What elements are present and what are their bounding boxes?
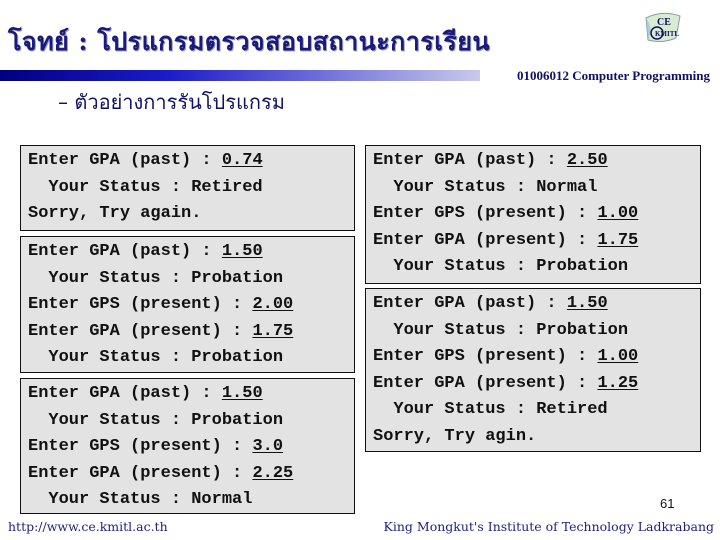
console-line: Enter GPA (present) : 1.75 (373, 228, 700, 255)
console-line: Your Status : Probation (28, 266, 354, 293)
slide-subtitle: – ตัวอย่างการรันโปรแกรม (58, 90, 285, 114)
console-output-box: Enter GPA (past) : 1.50 Your Status : Pr… (20, 378, 355, 514)
console-line: Sorry, Try again. (28, 201, 354, 228)
console-line: Your Status : Normal (28, 487, 354, 514)
console-prompt-text: Enter GPA (present) : (373, 373, 598, 393)
console-user-input: 1.00 (597, 204, 639, 223)
console-prompt-text: Enter GPA (present) : (28, 321, 253, 341)
console-output-box: Enter GPA (past) : 0.74 Your Status : Re… (20, 145, 355, 231)
console-line: Enter GPA (past) : 2.50 (373, 148, 700, 175)
console-user-input: 1.50 (566, 294, 608, 313)
console-line: Enter GPA (past) : 1.50 (373, 291, 700, 318)
console-prompt-text: Sorry, Try again. (28, 204, 202, 223)
console-user-input: 2.25 (252, 463, 294, 483)
console-prompt-text: Your Status : Probation (373, 320, 629, 340)
console-line: Your Status : Probation (28, 408, 354, 435)
console-user-input: 3.0 (252, 437, 284, 456)
footer-institution: King Mongkut's Institute of Technology L… (383, 519, 714, 534)
console-line: Enter GPS (present) : 1.00 (373, 201, 700, 228)
console-prompt-text: Enter GPS (present) : (373, 347, 598, 366)
footer-url[interactable]: http://www.ce.kmitl.ac.th (8, 519, 168, 534)
console-line: Enter GPA (present) : 1.25 (373, 371, 700, 398)
page-number: 61 (660, 496, 675, 511)
console-prompt-text: Enter GPS (present) : (373, 204, 598, 223)
console-line: Enter GPA (present) : 1.75 (28, 319, 354, 346)
console-line: Sorry, Try agin. (373, 424, 700, 451)
console-line: Enter GPA (present) : 2.25 (28, 461, 354, 488)
slide-title: โจทย์ : โปรแกรมตรวจสอบสถานะการเรียน (8, 27, 490, 56)
console-line: Enter GPA (past) : 1.50 (28, 381, 354, 408)
console-prompt-text: Your Status : Probation (28, 348, 284, 367)
console-user-input: 0.74 (221, 151, 263, 170)
console-user-input: 1.75 (597, 230, 639, 250)
console-line: Your Status : Probation (28, 345, 354, 372)
console-prompt-text: Enter GPA (past) : (28, 384, 222, 403)
console-prompt-text: Your Status : Probation (28, 410, 284, 430)
logo-text-top: CE (657, 17, 671, 28)
console-prompt-text: Sorry, Try agin. (373, 426, 537, 446)
console-prompt-text: Enter GPA (present) : (373, 230, 598, 250)
console-user-input: 2.50 (566, 151, 608, 170)
console-prompt-text: Enter GPS (present) : (28, 437, 253, 456)
console-prompt-text: Enter GPA (past) : (373, 151, 567, 170)
title-underline-bar (0, 70, 480, 81)
console-prompt-text: Enter GPA (present) : (28, 463, 253, 483)
console-line: Enter GPS (present) : 2.00 (28, 292, 354, 319)
console-prompt-text: Your Status : Normal (28, 490, 253, 509)
console-prompt-text: Your Status : Normal (373, 177, 598, 197)
course-label: 01006012 Computer Programming (516, 68, 710, 83)
console-prompt-text: Your Status : Retired (28, 177, 263, 197)
console-line: Enter GPA (past) : 1.50 (28, 239, 354, 266)
console-line: Your Status : Probation (373, 254, 700, 281)
console-user-input: 1.50 (221, 242, 263, 261)
console-line: Your Status : Probation (373, 318, 700, 345)
console-user-input: 1.75 (252, 321, 294, 341)
console-user-input: 1.00 (597, 347, 639, 366)
console-prompt-text: Your Status : Probation (373, 257, 629, 276)
console-line: Your Status : Retired (373, 397, 700, 424)
console-prompt-text: Your Status : Retired (373, 400, 608, 419)
console-user-input: 1.50 (221, 384, 263, 403)
console-prompt-text: Your Status : Probation (28, 268, 284, 288)
console-line: Enter GPS (present) : 3.0 (28, 434, 354, 461)
console-line: Your Status : Normal (373, 175, 700, 202)
console-prompt-text: Enter GPA (past) : (28, 242, 222, 261)
console-prompt-text: Enter GPA (past) : (28, 151, 222, 170)
console-user-input: 2.00 (252, 295, 294, 314)
console-prompt-text: Enter GPA (past) : (373, 294, 567, 313)
console-prompt-text: Enter GPS (present) : (28, 295, 253, 314)
console-output-box: Enter GPA (past) : 1.50 Your Status : Pr… (20, 236, 355, 373)
console-line: Your Status : Retired (28, 175, 354, 202)
console-output-box: Enter GPA (past) : 2.50 Your Status : No… (365, 145, 701, 284)
console-line: Enter GPS (present) : 1.00 (373, 344, 700, 371)
logo-text-bottom: KMITL (655, 30, 679, 38)
console-user-input: 1.25 (597, 373, 639, 393)
ce-kmitl-logo-icon: CE KMITL (645, 12, 681, 43)
console-line: Enter GPA (past) : 0.74 (28, 148, 354, 175)
console-output-box: Enter GPA (past) : 1.50 Your Status : Pr… (365, 288, 701, 452)
